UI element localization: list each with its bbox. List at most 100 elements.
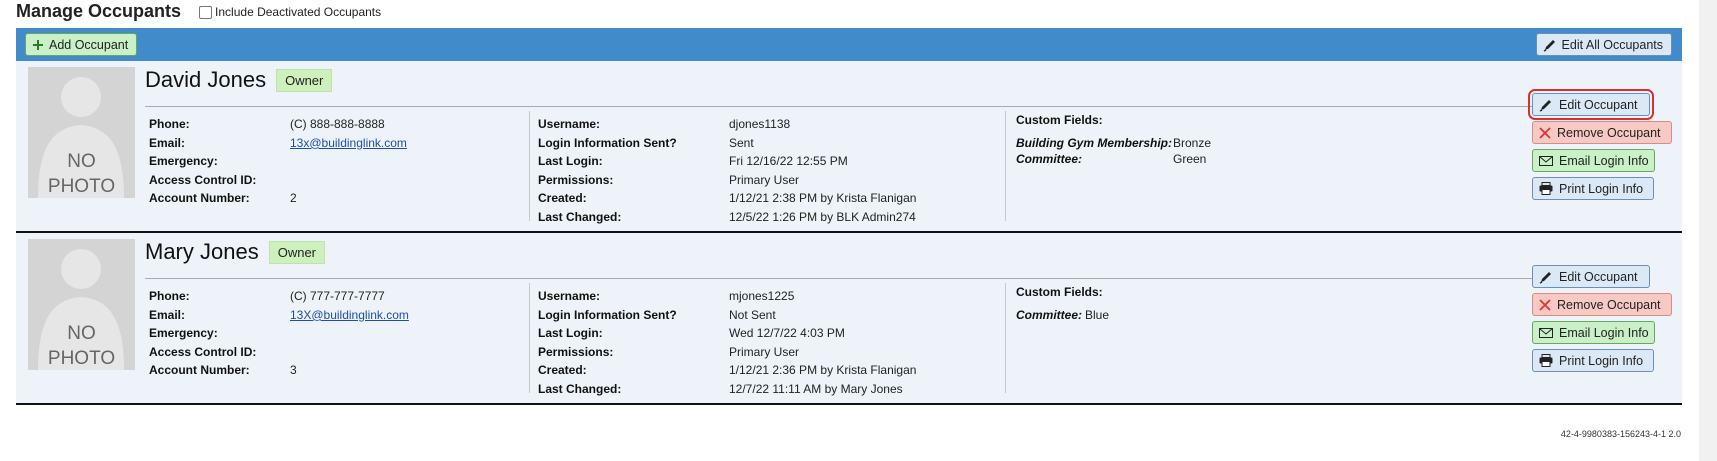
last-changed-label: Last Changed: [538,381,622,396]
phone-value: (C) 777-777-7777 [290,289,385,304]
emergency-row: Emergency: [149,324,517,343]
role-badge: Owner [276,68,333,92]
last-login-label: Last Login: [538,326,603,341]
column-divider [529,283,530,393]
contact-info: Phone: (C) 777-777-7777 Email: 13X@buildin… [149,287,517,380]
created-label: Created: [538,363,587,378]
created-row: Created: 1/12/21 2:38 PM by Krista Flanig… [538,189,968,208]
last-login-row: Last Login: Fri 12/16/22 12:55 PM [538,152,968,171]
top-bar: Manage Occupants Include Deactivated Occ… [16,0,381,22]
login-sent-label: Login Information Sent? [538,307,677,322]
remove-occupant-label: Remove Occupant [1557,297,1661,312]
occupant-card: NO PHOTO Mary Jones Owner Phone: (C) 777-… [16,233,1682,405]
access-control-label: Access Control ID: [149,172,257,187]
login-sent-value: Not Sent [729,307,776,322]
username-row: Username: djones1138 [538,115,968,134]
occupant-header: David Jones Owner [145,67,333,93]
email-label: Email: [149,307,186,322]
email-login-info-button[interactable]: Email Login Info [1532,321,1655,344]
print-login-info-button[interactable]: Print Login Info [1532,177,1654,200]
account-number-label: Account Number: [149,191,250,206]
add-occupant-label: Add Occupant [49,37,129,52]
occupants-header-bar: Add Occupant Edit All Occupants [16,28,1682,61]
add-occupant-button[interactable]: Add Occupant [25,33,138,56]
email-login-info-label: Email Login Info [1559,325,1649,340]
remove-occupant-button[interactable]: Remove Occupant [1532,293,1672,316]
no-photo-placeholder: NO PHOTO [28,67,135,198]
envelope-icon [1539,155,1553,166]
phone-row: Phone: (C) 888-888-8888 [149,115,517,134]
edit-occupant-label: Edit Occupant [1559,269,1638,284]
no-photo-line1: NO [67,151,96,172]
phone-label: Phone: [149,289,190,304]
column-divider [529,111,530,221]
include-deactivated-checkbox[interactable] [199,5,213,19]
column-divider [1005,111,1006,221]
email-row: Email: 13X@buildinglink.com [149,306,517,325]
edit-all-occupants-button[interactable]: Edit All Occupants [1535,33,1672,56]
permissions-row: Permissions: Primary User [538,343,968,362]
no-photo-line2: PHOTO [47,176,116,197]
login-sent-value: Sent [729,135,754,150]
permissions-label: Permissions: [538,172,614,187]
account-number-row: Account Number: 3 [149,361,517,380]
edit-occupant-button[interactable]: Edit Occupant [1532,265,1650,288]
emergency-label: Emergency: [149,326,218,341]
last-changed-label: Last Changed: [538,209,622,224]
created-value: 1/12/21 2:38 PM by Krista Flanigan [729,191,917,206]
permissions-label: Permissions: [538,344,614,359]
custom-field-value: Bronze [1173,135,1212,150]
email-label: Email: [149,135,186,150]
login-info: Username: djones1138 Login Information Se… [538,115,968,226]
custom-fields: Custom Fields: Building Gym Membership: B… [1016,111,1516,169]
email-login-info-label: Email Login Info [1559,153,1649,168]
close-icon [1539,298,1551,311]
custom-field-label: Building Gym Membership: [1016,135,1173,150]
custom-fields-heading: Custom Fields: [1016,113,1103,128]
occupant-name: David Jones [145,67,267,92]
custom-fields-heading: Custom Fields: [1016,285,1103,300]
permissions-value: Primary User [729,344,800,359]
email-link[interactable]: 13X@buildinglink.com [290,308,409,322]
email-login-info-button[interactable]: Email Login Info [1532,149,1655,172]
permissions-value: Primary User [729,172,800,187]
access-control-row: Access Control ID: [149,171,517,190]
include-deactivated-option[interactable]: Include Deactivated Occupants [199,5,381,19]
custom-field-label: Committee: [1016,152,1083,167]
custom-field-label: Committee: [1016,307,1083,322]
occupant-card: NO PHOTO David Jones Owner Phone: (C) 888… [16,61,1682,233]
custom-field-row: Committee: Green [1016,150,1516,169]
emergency-label: Emergency: [149,154,218,169]
page-scrollbar[interactable] [1699,0,1717,461]
custom-fields: Custom Fields: Committee: Blue [1016,283,1516,324]
username-value: mjones1225 [729,289,795,304]
contact-info: Phone: (C) 888-888-8888 Email: 13x@buildin… [149,115,517,208]
remove-occupant-label: Remove Occupant [1557,125,1661,140]
occupant-header: Mary Jones Owner [145,239,326,265]
username-row: Username: mjones1225 [538,287,968,306]
phone-value: (C) 888-888-8888 [290,117,385,132]
pencil-icon [1543,38,1557,52]
last-login-row: Last Login: Wed 12/7/22 4:03 PM [538,324,968,343]
username-label: Username: [538,117,601,132]
last-login-label: Last Login: [538,154,603,169]
close-icon [1539,126,1551,139]
account-number-value: 2 [290,191,297,206]
email-link[interactable]: 13x@buildinglink.com [290,136,407,150]
username-label: Username: [538,289,601,304]
created-value: 1/12/21 2:36 PM by Krista Flanigan [729,363,917,378]
custom-field-row: Committee: Blue [1016,306,1516,325]
edit-occupant-button[interactable]: Edit Occupant [1528,89,1654,120]
edit-occupant-label: Edit Occupant [1559,97,1638,112]
login-sent-label: Login Information Sent? [538,135,677,150]
login-sent-row: Login Information Sent? Sent [538,134,968,153]
print-login-info-button[interactable]: Print Login Info [1532,349,1654,372]
print-login-info-label: Print Login Info [1559,353,1644,368]
phone-row: Phone: (C) 777-777-7777 [149,287,517,306]
phone-label: Phone: [149,117,190,132]
last-changed-value: 12/5/22 1:26 PM by BLK Admin274 [729,209,916,224]
no-photo-text: NO PHOTO [28,321,135,370]
occupant-actions: Edit Occupant Remove Occupant Email Logi… [1528,89,1682,205]
remove-occupant-button[interactable]: Remove Occupant [1532,121,1672,144]
pencil-icon [1539,98,1553,112]
